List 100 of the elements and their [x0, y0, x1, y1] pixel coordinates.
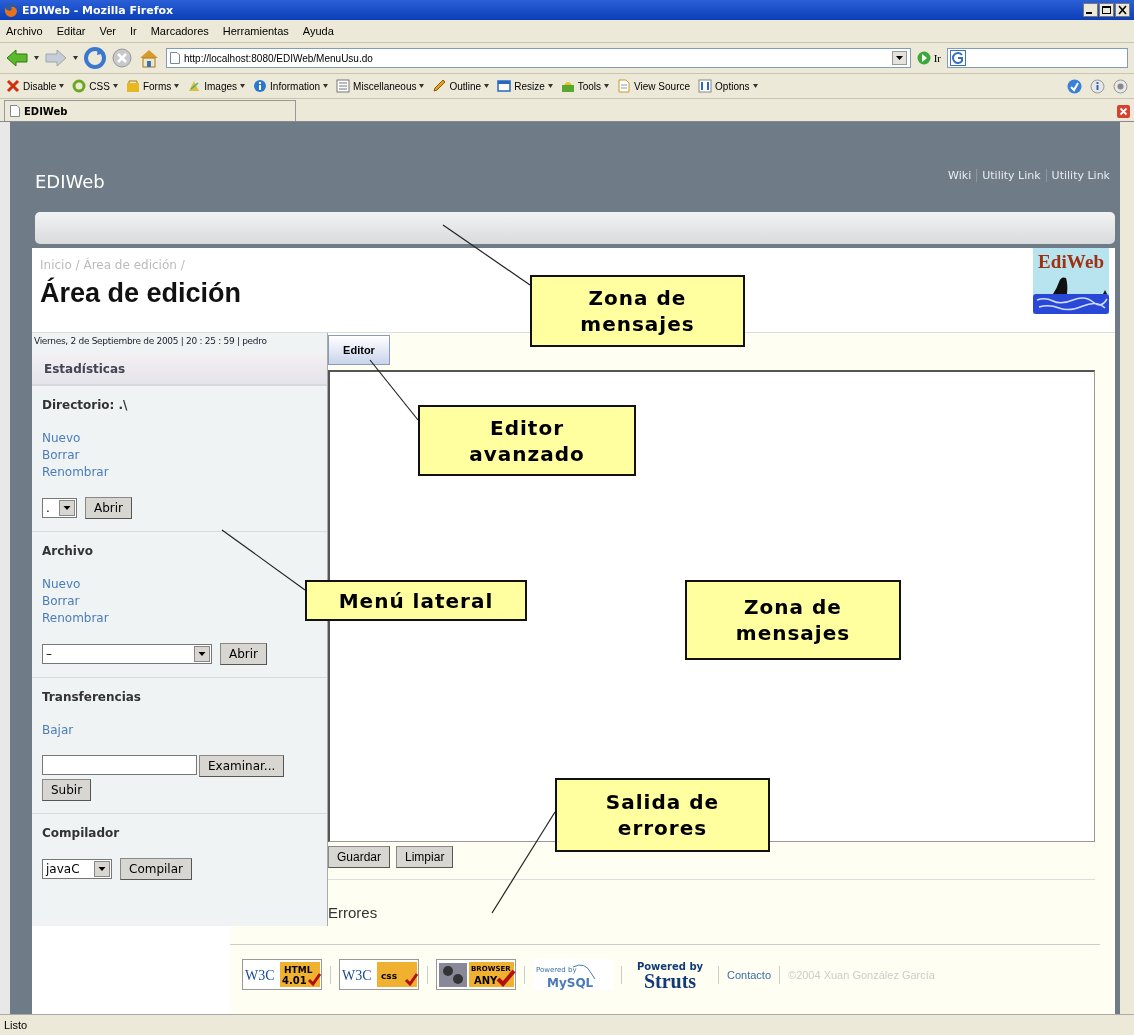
toolbar-menu[interactable]: Forms	[125, 79, 180, 93]
home-icon[interactable]	[138, 48, 160, 68]
caret-icon	[752, 84, 758, 88]
caret-icon	[112, 84, 118, 88]
dropdown[interactable]: –	[42, 644, 212, 664]
page-icon	[10, 105, 20, 117]
errors-heading: Errores	[328, 879, 1095, 921]
browse-button[interactable]: Examinar...	[199, 755, 285, 777]
callout-label: Salida de errores	[555, 778, 770, 852]
window-icon	[497, 79, 512, 93]
cross-icon	[6, 79, 20, 93]
reload-icon[interactable]	[84, 47, 106, 69]
status-bar: Listo	[0, 1014, 1134, 1035]
sliders-icon	[698, 79, 713, 93]
minimize-icon[interactable]	[1083, 3, 1098, 17]
wand-icon	[187, 79, 202, 93]
sidebar-link[interactable]: Renombrar	[42, 610, 109, 627]
list-icon	[336, 79, 351, 93]
menu-item[interactable]: Ver	[99, 25, 116, 37]
sidebar-link[interactable]: Renombrar	[42, 464, 109, 481]
sidebar-link[interactable]: Borrar	[42, 593, 80, 610]
toolbar-menu[interactable]: Outline	[432, 79, 490, 93]
file-field[interactable]	[42, 755, 197, 775]
bag-icon	[125, 79, 140, 93]
date-line: Viernes, 2 de Septiembre de 2005 | 20 : 25 : 59 | pedro	[34, 336, 268, 346]
toolbar-menu[interactable]: CSS	[72, 79, 118, 93]
toolbar-menu[interactable]: Resize	[497, 79, 553, 93]
sidebar-link[interactable]: Bajar	[42, 722, 74, 739]
dropdown-icon[interactable]	[891, 51, 907, 65]
back-arrow-icon[interactable]	[6, 48, 28, 68]
maximize-icon[interactable]	[1099, 3, 1114, 17]
page-icon	[170, 52, 180, 64]
button[interactable]: Limpiar	[396, 846, 454, 868]
section-title: Directorio: .\	[42, 398, 129, 412]
toolbar-menu[interactable]: Disable	[6, 79, 65, 93]
button[interactable]: Abrir	[220, 643, 268, 665]
page-icon	[617, 79, 632, 93]
go-button[interactable]: Ir	[916, 51, 941, 65]
menu-item[interactable]: Ir	[129, 25, 137, 37]
circle-icon[interactable]	[1113, 78, 1128, 94]
info-icon[interactable]	[1090, 78, 1105, 94]
caret-icon	[323, 84, 329, 88]
caret-icon[interactable]	[34, 56, 39, 60]
menu-item[interactable]: Ayuda	[302, 25, 334, 37]
caret-icon	[547, 84, 553, 88]
utility-link[interactable]: Utility Link	[1045, 169, 1115, 182]
search-engine-icon	[950, 50, 966, 66]
toolbar-menu[interactable]: Miscellaneous	[336, 79, 425, 93]
menu-item[interactable]: Editar	[56, 25, 86, 37]
check-icon[interactable]	[1067, 78, 1082, 94]
sidebar-link[interactable]: Nuevo	[42, 430, 81, 447]
section-title: Compilador	[42, 826, 121, 840]
toolbar-menu[interactable]: Options	[698, 79, 758, 93]
button[interactable]: Subir	[42, 779, 92, 801]
button[interactable]: Abrir	[85, 497, 133, 519]
callout-label: Editor avanzado	[418, 405, 636, 476]
toolbox-icon	[560, 79, 575, 93]
section-title: Transferencias	[42, 690, 142, 704]
callout-label: Zona de mensajes	[685, 580, 901, 660]
menu-item[interactable]: Herramientas	[222, 25, 289, 37]
stop-icon[interactable]	[112, 48, 132, 68]
toolbar-menu[interactable]: Images	[187, 79, 246, 93]
page-heading: Área de edición	[40, 278, 242, 309]
caret-icon	[484, 84, 490, 88]
site-title: EDIWeb	[35, 171, 105, 192]
caret-icon	[419, 84, 425, 88]
logo-drawing: EdiWeb	[1033, 248, 1109, 314]
editor-tab[interactable]: Editor	[328, 335, 390, 365]
sidebar-tab[interactable]: Estadísticas	[32, 354, 327, 386]
caret-icon	[59, 84, 65, 88]
sidebar-link[interactable]: Borrar	[42, 447, 80, 464]
toolbar-menu[interactable]: Tools	[560, 79, 610, 93]
toolbar-button[interactable]: View Source	[617, 79, 691, 93]
dropdown[interactable]: .	[42, 498, 77, 518]
search-field[interactable]	[947, 48, 1128, 68]
menu-item[interactable]: Archivo	[6, 25, 43, 37]
dropdown[interactable]: javaC	[42, 859, 112, 879]
utility-link[interactable]: Utility Link	[976, 169, 1046, 182]
firefox-icon	[4, 3, 18, 17]
section-title: Archivo	[42, 544, 95, 558]
menu-item[interactable]: Marcadores	[150, 25, 209, 37]
address-field[interactable]: http://localhost:8080/EDIWeb/MenuUsu.do	[166, 48, 911, 68]
contact-link[interactable]: Contacto	[727, 968, 772, 981]
ring-icon	[72, 79, 87, 93]
info-icon	[253, 79, 268, 93]
struts-logo: Powered by Struts	[630, 959, 710, 990]
caret-icon	[604, 84, 610, 88]
button[interactable]: Compilar	[120, 858, 192, 880]
pencil-icon	[432, 79, 447, 93]
browser-tab[interactable]: EDIWeb	[4, 100, 296, 121]
caret-icon[interactable]	[73, 56, 78, 60]
toolbar-menu[interactable]: Information	[253, 79, 329, 93]
button[interactable]: Guardar	[328, 846, 391, 868]
sidebar-link[interactable]: Nuevo	[42, 576, 81, 593]
close-tab-icon[interactable]	[1117, 105, 1130, 118]
leader-line	[369, 359, 419, 421]
breadcrumb: Inicio / Área de edición /	[40, 258, 186, 272]
utility-link[interactable]: Wiki	[943, 169, 977, 182]
caret-icon	[240, 84, 246, 88]
close-icon[interactable]	[1115, 3, 1130, 17]
